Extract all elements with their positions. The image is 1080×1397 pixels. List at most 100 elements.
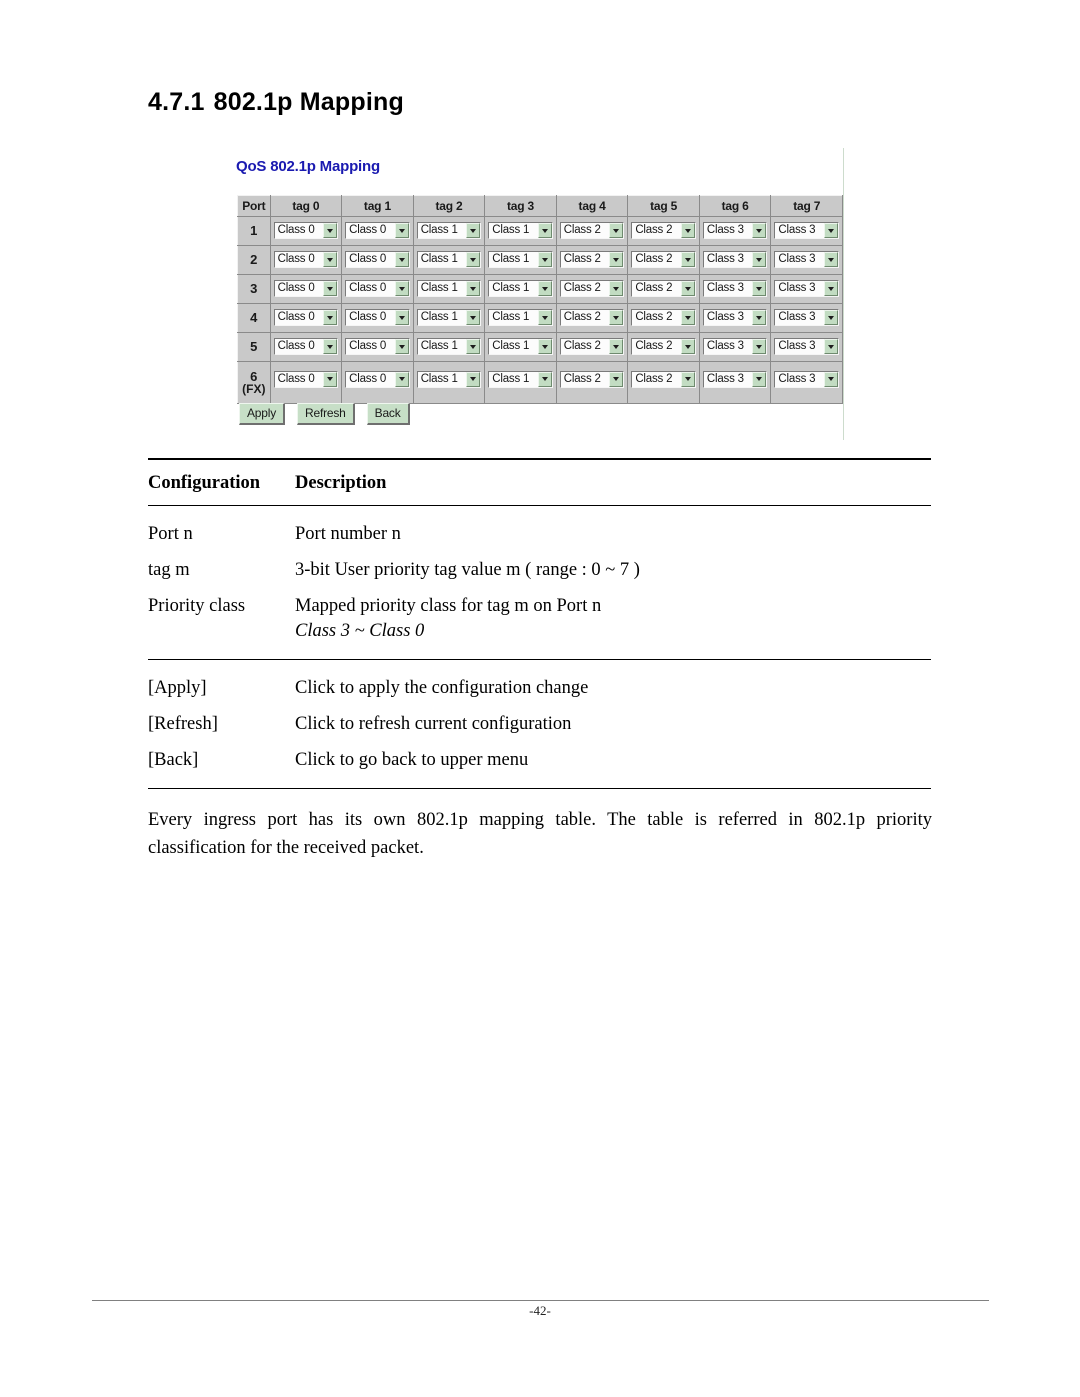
chevron-down-icon[interactable] — [466, 371, 481, 387]
class-select-port-4-tag-0[interactable]: Class 0 — [273, 309, 339, 326]
class-select-port-2-tag-4[interactable]: Class 2 — [559, 251, 625, 268]
chevron-down-icon[interactable] — [824, 371, 838, 387]
chevron-down-icon[interactable] — [609, 371, 624, 387]
chevron-down-icon[interactable] — [466, 310, 481, 325]
chevron-down-icon[interactable] — [537, 371, 552, 387]
class-select-port-6-tag-0[interactable]: Class 0 — [273, 370, 339, 388]
chevron-down-icon[interactable] — [752, 252, 767, 267]
class-select-port-6-tag-1[interactable]: Class 0 — [345, 370, 410, 388]
chevron-down-icon[interactable] — [323, 252, 338, 267]
chevron-down-icon[interactable] — [394, 310, 409, 325]
class-select-port-3-tag-6[interactable]: Class 3 — [702, 280, 768, 297]
class-select-port-3-tag-4[interactable]: Class 2 — [559, 280, 625, 297]
class-select-port-4-tag-1[interactable]: Class 0 — [345, 309, 410, 326]
class-select-port-2-tag-2[interactable]: Class 1 — [416, 251, 482, 268]
chevron-down-icon[interactable] — [680, 223, 695, 238]
class-select-port-5-tag-0[interactable]: Class 0 — [273, 338, 339, 355]
class-select-port-3-tag-5[interactable]: Class 2 — [631, 280, 696, 297]
class-select-port-1-tag-7[interactable]: Class 3 — [774, 222, 839, 239]
class-select-port-2-tag-3[interactable]: Class 1 — [488, 251, 553, 268]
class-select-port-2-tag-7[interactable]: Class 3 — [774, 251, 839, 268]
class-select-port-4-tag-2[interactable]: Class 1 — [416, 309, 482, 326]
chevron-down-icon[interactable] — [824, 281, 838, 296]
class-select-port-5-tag-2[interactable]: Class 1 — [416, 338, 482, 355]
chevron-down-icon[interactable] — [609, 310, 624, 325]
chevron-down-icon[interactable] — [537, 252, 552, 267]
chevron-down-icon[interactable] — [394, 339, 409, 354]
chevron-down-icon[interactable] — [537, 339, 552, 354]
class-select-port-4-tag-4[interactable]: Class 2 — [559, 309, 625, 326]
chevron-down-icon[interactable] — [323, 339, 338, 354]
class-select-port-1-tag-1[interactable]: Class 0 — [345, 222, 410, 239]
chevron-down-icon[interactable] — [752, 310, 767, 325]
chevron-down-icon[interactable] — [609, 281, 624, 296]
chevron-down-icon[interactable] — [394, 371, 409, 387]
class-select-port-6-tag-7[interactable]: Class 3 — [774, 370, 839, 388]
class-select-port-1-tag-4[interactable]: Class 2 — [559, 222, 625, 239]
class-select-port-5-tag-6[interactable]: Class 3 — [702, 338, 768, 355]
class-select-port-1-tag-3[interactable]: Class 1 — [488, 222, 553, 239]
class-select-port-2-tag-0[interactable]: Class 0 — [273, 251, 339, 268]
chevron-down-icon[interactable] — [466, 339, 481, 354]
chevron-down-icon[interactable] — [824, 310, 838, 325]
class-select-port-2-tag-5[interactable]: Class 2 — [631, 251, 696, 268]
chevron-down-icon[interactable] — [394, 281, 409, 296]
class-select-port-5-tag-7[interactable]: Class 3 — [774, 338, 839, 355]
chevron-down-icon[interactable] — [752, 281, 767, 296]
chevron-down-icon[interactable] — [824, 339, 838, 354]
chevron-down-icon[interactable] — [680, 310, 695, 325]
chevron-down-icon[interactable] — [394, 252, 409, 267]
class-select-port-5-tag-3[interactable]: Class 1 — [488, 338, 553, 355]
chevron-down-icon[interactable] — [680, 281, 695, 296]
class-select-port-3-tag-3[interactable]: Class 1 — [488, 280, 553, 297]
chevron-down-icon[interactable] — [537, 281, 552, 296]
class-select-port-1-tag-0[interactable]: Class 0 — [273, 222, 339, 239]
class-select-port-4-tag-7[interactable]: Class 3 — [774, 309, 839, 326]
class-select-port-5-tag-1[interactable]: Class 0 — [345, 338, 410, 355]
chevron-down-icon[interactable] — [609, 252, 624, 267]
chevron-down-icon[interactable] — [466, 281, 481, 296]
class-select-port-3-tag-7[interactable]: Class 3 — [774, 280, 839, 297]
class-select-port-4-tag-3[interactable]: Class 1 — [488, 309, 553, 326]
refresh-button[interactable]: Refresh — [297, 403, 355, 425]
class-select-port-4-tag-5[interactable]: Class 2 — [631, 309, 696, 326]
class-select-port-3-tag-0[interactable]: Class 0 — [273, 280, 339, 297]
chevron-down-icon[interactable] — [323, 371, 338, 387]
chevron-down-icon[interactable] — [323, 310, 338, 325]
chevron-down-icon[interactable] — [609, 339, 624, 354]
class-select-port-6-tag-3[interactable]: Class 1 — [488, 370, 553, 388]
class-select-port-3-tag-1[interactable]: Class 0 — [345, 280, 410, 297]
chevron-down-icon[interactable] — [466, 223, 481, 238]
mapping-cell-port-3-tag-6: Class 3 — [698, 274, 772, 304]
apply-button[interactable]: Apply — [239, 403, 286, 425]
chevron-down-icon[interactable] — [609, 223, 624, 238]
class-select-port-1-tag-2[interactable]: Class 1 — [416, 222, 482, 239]
class-select-port-5-tag-4[interactable]: Class 2 — [559, 338, 625, 355]
class-select-port-1-tag-5[interactable]: Class 2 — [631, 222, 696, 239]
chevron-down-icon[interactable] — [323, 281, 338, 296]
class-select-port-6-tag-6[interactable]: Class 3 — [702, 370, 768, 388]
chevron-down-icon[interactable] — [752, 371, 767, 387]
chevron-down-icon[interactable] — [752, 223, 767, 238]
class-select-port-6-tag-4[interactable]: Class 2 — [559, 370, 625, 388]
back-button[interactable]: Back — [366, 403, 410, 425]
class-select-port-4-tag-6[interactable]: Class 3 — [702, 309, 768, 326]
chevron-down-icon[interactable] — [680, 252, 695, 267]
class-select-port-6-tag-2[interactable]: Class 1 — [416, 370, 482, 388]
class-select-port-2-tag-6[interactable]: Class 3 — [702, 251, 768, 268]
chevron-down-icon[interactable] — [752, 339, 767, 354]
chevron-down-icon[interactable] — [537, 310, 552, 325]
class-select-port-5-tag-5[interactable]: Class 2 — [631, 338, 696, 355]
chevron-down-icon[interactable] — [323, 223, 338, 238]
chevron-down-icon[interactable] — [824, 252, 838, 267]
class-select-port-3-tag-2[interactable]: Class 1 — [416, 280, 482, 297]
class-select-port-2-tag-1[interactable]: Class 0 — [345, 251, 410, 268]
chevron-down-icon[interactable] — [680, 339, 695, 354]
class-select-port-1-tag-6[interactable]: Class 3 — [702, 222, 768, 239]
chevron-down-icon[interactable] — [537, 223, 552, 238]
chevron-down-icon[interactable] — [680, 371, 695, 387]
class-select-port-6-tag-5[interactable]: Class 2 — [631, 370, 696, 388]
chevron-down-icon[interactable] — [466, 252, 481, 267]
chevron-down-icon[interactable] — [824, 223, 838, 238]
chevron-down-icon[interactable] — [394, 223, 409, 238]
